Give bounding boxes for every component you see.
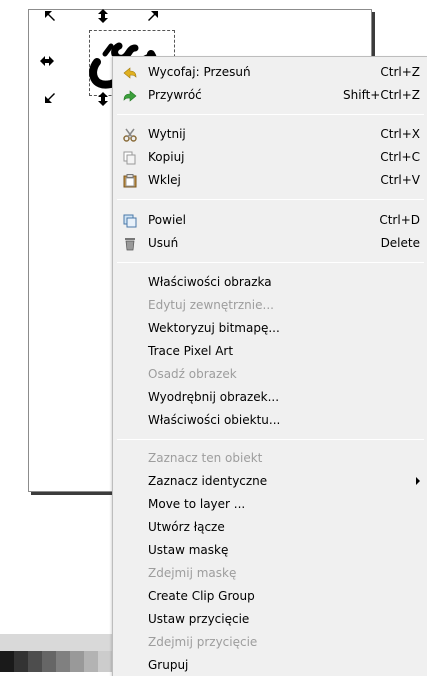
color-swatch[interactable] <box>84 651 98 672</box>
color-swatch[interactable] <box>14 651 28 672</box>
menu-item-create-link[interactable]: Utwórz łącze <box>113 516 427 538</box>
menu-item-redo[interactable]: Przywróć Shift+Ctrl+Z <box>113 84 427 106</box>
scale-handle-bottom[interactable] <box>97 92 109 106</box>
menu-item-delete[interactable]: Usuń Delete <box>113 232 427 254</box>
color-palette[interactable] <box>0 634 112 672</box>
menu-item-select-same[interactable]: Zaznacz identyczne <box>113 470 427 492</box>
submenu-arrow-icon <box>416 477 420 485</box>
color-swatch[interactable] <box>98 651 112 672</box>
menu-item-release-mask[interactable]: Zdejmij maskę <box>113 562 427 584</box>
menu-item-create-clip-group[interactable]: Create Clip Group <box>113 585 427 607</box>
menu-item-embed-image[interactable]: Osadź obrazek <box>113 363 427 385</box>
menu-item-set-clip[interactable]: Ustaw przycięcie <box>113 608 427 630</box>
menu-item-release-clip[interactable]: Zdejmij przycięcie <box>113 631 427 653</box>
menu-item-extract-image[interactable]: Wyodrębnij obrazek... <box>113 386 427 408</box>
menu-separator <box>117 439 424 440</box>
menu-item-undo[interactable]: Wycofaj: Przesuń Ctrl+Z <box>113 61 427 83</box>
color-swatch[interactable] <box>42 651 56 672</box>
menu-item-duplicate[interactable]: Powiel Ctrl+D <box>113 209 427 231</box>
trash-icon <box>123 236 137 251</box>
menu-separator <box>117 262 424 263</box>
menu-item-paste[interactable]: Wklej Ctrl+V <box>113 169 427 191</box>
scale-handle-left[interactable] <box>40 55 54 67</box>
color-swatch[interactable] <box>0 651 14 672</box>
paste-icon <box>123 173 137 188</box>
scissors-icon <box>123 127 137 142</box>
color-swatch[interactable] <box>70 651 84 672</box>
color-swatch[interactable] <box>56 651 70 672</box>
menu-item-trace-pixel-art[interactable]: Trace Pixel Art <box>113 340 427 362</box>
duplicate-icon <box>123 213 137 228</box>
scale-handle-top-right[interactable] <box>147 10 159 22</box>
menu-item-trace-bitmap[interactable]: Wektoryzuj bitmapę... <box>113 317 427 339</box>
menu-separator <box>117 114 424 115</box>
scale-handle-top[interactable] <box>97 9 109 23</box>
scale-handle-top-left[interactable] <box>44 10 56 22</box>
menu-item-move-to-layer[interactable]: Move to layer ... <box>113 493 427 515</box>
redo-arrow-icon <box>123 88 137 102</box>
menu-item-cut[interactable]: Wytnij Ctrl+X <box>113 123 427 145</box>
scale-handle-bottom-left[interactable] <box>44 92 56 104</box>
menu-item-copy[interactable]: Kopiuj Ctrl+C <box>113 146 427 168</box>
menu-item-select-this-object[interactable]: Zaznacz ten obiekt <box>113 447 427 469</box>
menu-separator <box>117 199 424 200</box>
copy-icon <box>123 150 137 165</box>
context-menu: Wycofaj: Przesuń Ctrl+Z Przywróć Shift+C… <box>112 56 427 676</box>
undo-arrow-icon <box>123 65 137 79</box>
menu-item-object-properties[interactable]: Właściwości obiektu... <box>113 409 427 431</box>
menu-item-edit-externally[interactable]: Edytuj zewnętrznie... <box>113 294 427 316</box>
menu-item-set-mask[interactable]: Ustaw maskę <box>113 539 427 561</box>
color-swatch[interactable] <box>28 651 42 672</box>
menu-item-image-properties[interactable]: Właściwości obrazka <box>113 271 427 293</box>
menu-item-group[interactable]: Grupuj <box>113 654 427 676</box>
